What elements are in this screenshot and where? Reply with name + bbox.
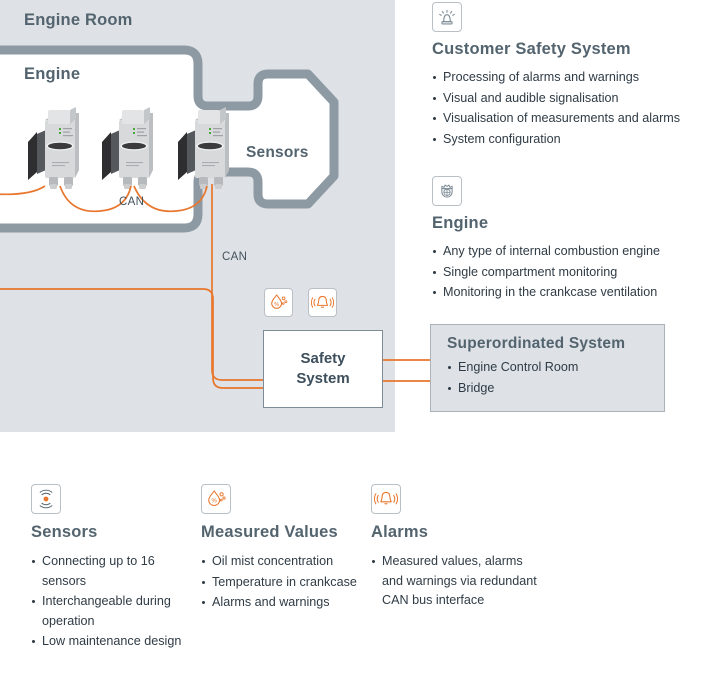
safety-system-box: Safety System: [263, 330, 383, 408]
list-item: Processing of alarms and warnings: [432, 68, 717, 88]
oil-mist-droplet-icon: %: [264, 288, 293, 317]
superordinated-system-list: Engine Control Room Bridge: [447, 358, 664, 398]
svg-text:%: %: [274, 302, 279, 308]
alarms-feature-column: Alarms Measured values, alarms and warni…: [371, 484, 546, 612]
engine-feature-list: Any type of internal combustion engine S…: [432, 242, 717, 303]
list-item: Alarms and warnings: [201, 593, 361, 613]
list-item: Monitoring in the crankcase ventilation: [432, 283, 717, 303]
list-item: Connecting up to 16 sensors: [31, 552, 186, 591]
svg-text:%: %: [211, 499, 217, 505]
list-item: Any type of internal combustion engine: [432, 242, 717, 262]
customer-safety-system-block: Customer Safety System Processing of ala…: [432, 2, 717, 150]
engine-feature-title: Engine: [432, 214, 489, 232]
list-item: Interchangeable during operation: [31, 592, 186, 631]
feature-columns-row: Sensors Connecting up to 16 sensors Inte…: [0, 484, 723, 682]
diagram-canvas: Engine Room Engine Sensors CAN CAN % Saf…: [0, 0, 723, 682]
list-item: Oil mist concentration: [201, 552, 361, 572]
list-item: Bridge: [447, 379, 664, 399]
customer-safety-system-title: Customer Safety System: [432, 40, 631, 58]
superordinated-system-box: Superordinated System Engine Control Roo…: [430, 324, 665, 412]
list-item: Engine Control Room: [447, 358, 664, 378]
alarm-bell-icon: [308, 288, 337, 317]
list-item: Low maintenance design: [31, 632, 186, 652]
sensor-signal-icon: [31, 484, 61, 514]
sensors-column-list: Connecting up to 16 sensors Interchangea…: [31, 552, 186, 652]
safety-system-label-line1: Safety: [300, 349, 346, 367]
superordinated-system-title: Superordinated System: [447, 335, 626, 352]
list-item: Visualisation of measurements and alarms: [432, 109, 717, 129]
engine-piston-icon: [432, 176, 462, 206]
sensors-column-title: Sensors: [31, 523, 98, 541]
list-item: Temperature in crankcase: [201, 573, 361, 593]
customer-safety-system-list: Processing of alarms and warnings Visual…: [432, 68, 717, 149]
can-label-inside-engine: CAN: [119, 196, 145, 208]
measured-values-feature-column: % Measured Values Oil mist concentration…: [201, 484, 361, 614]
sensors-feature-column: Sensors Connecting up to 16 sensors Inte…: [31, 484, 186, 653]
alarm-bell-icon: [371, 484, 401, 514]
list-item: Measured values, alarms and warnings via…: [371, 552, 546, 611]
alarms-column-list: Measured values, alarms and warnings via…: [371, 552, 546, 611]
measured-values-column-list: Oil mist concentration Temperature in cr…: [201, 552, 361, 613]
oil-mist-droplet-icon: %: [201, 484, 231, 514]
list-item: Visual and audible signalisation: [432, 89, 717, 109]
list-item: System configuration: [432, 130, 717, 150]
list-item: Single compartment monitoring: [432, 263, 717, 283]
alarms-column-title: Alarms: [371, 523, 429, 541]
can-label-engine-room: CAN: [222, 251, 248, 263]
engine-feature-block: Engine Any type of internal combustion e…: [432, 176, 717, 304]
measured-values-column-title: Measured Values: [201, 523, 338, 541]
safety-system-label-line2: System: [296, 370, 350, 387]
alarm-beacon-icon: [432, 2, 462, 32]
